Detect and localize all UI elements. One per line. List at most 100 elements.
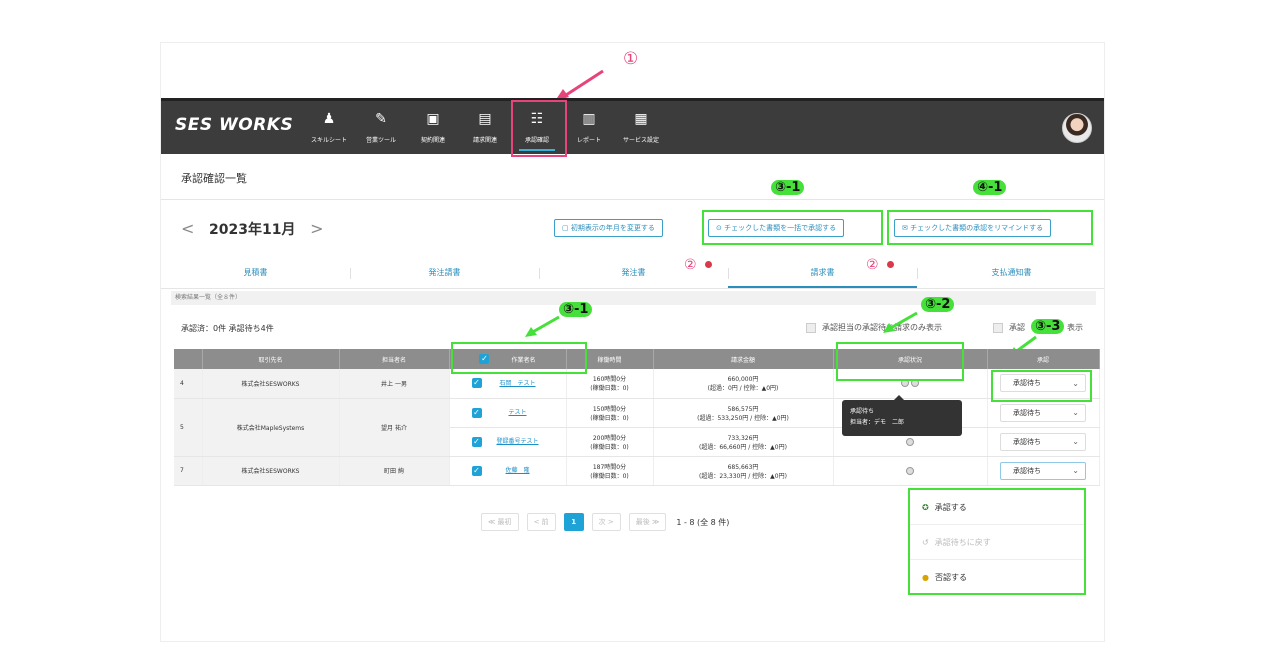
row-amount: 685,663円 (超過：23,330円 / 控除：▲0円): [653, 456, 834, 486]
filter-checkbox[interactable]: [806, 322, 816, 333]
check-circle-icon: ✪: [922, 502, 929, 512]
nav-contract[interactable]: ▣ 契約関連: [407, 101, 459, 154]
notification-dot: [705, 261, 712, 268]
nav-label: レポート: [576, 137, 601, 144]
worker-link[interactable]: 佐藤 隆: [492, 466, 544, 475]
current-page-button[interactable]: 1: [563, 513, 584, 531]
last-page-button[interactable]: 最後 ≫: [628, 513, 667, 531]
approval-dropdown-menu: ✪ 承認する ↺ 承認待ちに戻す ● 否認する: [908, 488, 1086, 595]
next-month-button[interactable]: >: [310, 219, 323, 238]
row-checkbox[interactable]: ✓: [471, 378, 482, 389]
first-page-button[interactable]: ≪ 最初: [481, 513, 519, 531]
nav-label: サービス設定: [622, 137, 659, 144]
nav-label: 契約関連: [420, 137, 445, 144]
bar-chart-icon: ▥: [582, 111, 596, 127]
speech-bubble-icon: ●: [922, 573, 929, 582]
amount-detail: (超過：66,660円 / 控除：▲0円): [699, 443, 787, 451]
annotation-circle-two-a: ②: [684, 257, 697, 273]
chevron-down-icon: ⌄: [1072, 437, 1079, 446]
nav-service-settings[interactable]: ▦ サービス設定: [615, 101, 667, 154]
amount-value: 660,000円: [727, 376, 759, 384]
approval-select[interactable]: 承認待ち ⌄: [1000, 403, 1086, 422]
annotation-label-3-1-top: ③-1: [771, 180, 805, 195]
row-worker-cell: ✓ 登録番号テスト: [449, 427, 567, 457]
filter-approver-pending[interactable]: 承認担当の承認待ち請求のみ表示: [806, 322, 942, 333]
annotation-box-status: [836, 342, 964, 381]
app-logo[interactable]: SES WORKS: [175, 115, 293, 135]
annotation-arrow-green: [883, 311, 918, 333]
menu-item-revert[interactable]: ↺ 承認待ちに戻す: [910, 525, 1084, 560]
change-default-month-button[interactable]: ▢ 初期表示の年月を変更する: [554, 219, 663, 237]
document-tabs: 見積書 発注請書 発注書 請求書 支払通知書: [161, 259, 1104, 289]
tooltip-line: 承認待ち: [850, 408, 875, 415]
row-hours: 200時間0分 (稼働日数：0): [566, 427, 654, 457]
status-tooltip: 承認待ち 担当者：デモ 二郎: [842, 395, 962, 436]
approval-select-open[interactable]: 承認待ち ⌄: [1000, 461, 1086, 480]
current-month: 2023年11月: [209, 222, 296, 238]
prev-page-button[interactable]: < 前: [526, 513, 556, 531]
row-client: 株式会社MapleSystems: [202, 398, 340, 457]
row-approval: 承認待ち ⌄: [987, 398, 1100, 428]
chevron-down-icon: ⌄: [1072, 408, 1079, 417]
nav-report[interactable]: ▥ レポート: [563, 101, 615, 154]
status-check-icon[interactable]: [906, 466, 914, 475]
nav-label: 営業ツール: [365, 137, 396, 144]
approval-counts: 承認済：0件 承認待ち4件: [181, 324, 274, 333]
header-approval: 承認: [987, 349, 1100, 369]
amount-value: 733,326円: [727, 434, 759, 442]
approval-select-value: 承認待ち: [1013, 408, 1041, 417]
row-manager: 町田 絢: [339, 456, 450, 486]
row-checkbox[interactable]: ✓: [471, 465, 482, 476]
annotation-label-3-1-table: ③-1: [559, 302, 593, 317]
filter-label-tail: 表示: [1067, 323, 1083, 332]
person-icon: ♟: [322, 111, 336, 127]
status-check-icon[interactable]: [906, 437, 914, 446]
prev-month-button[interactable]: <: [181, 219, 194, 238]
days-value: (稼働日数：0): [590, 472, 629, 480]
approval-select-value: 承認待ち: [1013, 466, 1041, 475]
row-checkbox[interactable]: ✓: [471, 436, 482, 447]
annotation-circle-two-b: ②: [866, 257, 879, 273]
hours-value: 160時間0分: [592, 376, 627, 384]
menu-item-label: 否認する: [934, 573, 967, 582]
header-amount: 請求金額: [653, 349, 834, 369]
row-status: [833, 456, 988, 486]
tab-estimate[interactable]: 見積書: [161, 259, 350, 288]
row-manager: 望月 祐介: [339, 398, 450, 457]
user-avatar[interactable]: [1062, 113, 1092, 143]
nav-billing[interactable]: ▤ 請求関連: [459, 101, 511, 154]
worker-link[interactable]: テスト: [492, 408, 544, 417]
chevron-down-icon: ⌄: [1072, 466, 1079, 475]
menu-item-approve[interactable]: ✪ 承認する: [910, 490, 1084, 525]
header-number: [174, 349, 203, 369]
pen-icon: ✎: [375, 111, 387, 127]
tab-purchase-order[interactable]: 発注書: [539, 259, 728, 288]
notification-dot: [887, 261, 894, 268]
hours-value: 150時間0分: [592, 405, 627, 413]
tab-order-confirmation[interactable]: 発注請書: [350, 259, 539, 288]
amount-detail: (超過：23,330円 / 控除：▲0円): [699, 472, 787, 480]
row-manager: 井上 一男: [339, 369, 450, 399]
tab-payment-notice[interactable]: 支払通知書: [917, 259, 1104, 288]
menu-item-reject[interactable]: ● 否認する: [910, 560, 1084, 595]
document-icon: ▣: [426, 111, 440, 127]
tooltip-line: 担当者：デモ 二郎: [850, 419, 905, 426]
row-amount: 586,575円 (超過：533,250円 / 控除：▲0円): [653, 398, 834, 428]
divider: [161, 199, 1104, 200]
header-manager: 担当者名: [339, 349, 450, 369]
row-number: 4: [174, 369, 203, 399]
row-worker-cell: ✓ 佐藤 隆: [449, 456, 567, 486]
row-hours: 187時間0分 (稼働日数：0): [566, 456, 654, 486]
worker-link[interactable]: 登録番号テスト: [492, 437, 544, 446]
nav-label: スキルシート: [310, 137, 347, 144]
filter-checkbox[interactable]: [993, 322, 1003, 333]
next-page-button[interactable]: 次 >: [591, 513, 621, 531]
worker-link[interactable]: 石岡 テスト: [492, 379, 544, 388]
row-checkbox[interactable]: ✓: [471, 407, 482, 418]
approval-select[interactable]: 承認待ち ⌄: [1000, 432, 1086, 451]
annotation-circle-one: ①: [623, 49, 639, 69]
annotation-pink-box: [511, 100, 567, 157]
annotation-arrow-green: [525, 315, 560, 337]
nav-skill-sheet[interactable]: ♟ スキルシート: [303, 101, 355, 154]
nav-sales-tool[interactable]: ✎ 営業ツール: [355, 101, 407, 154]
